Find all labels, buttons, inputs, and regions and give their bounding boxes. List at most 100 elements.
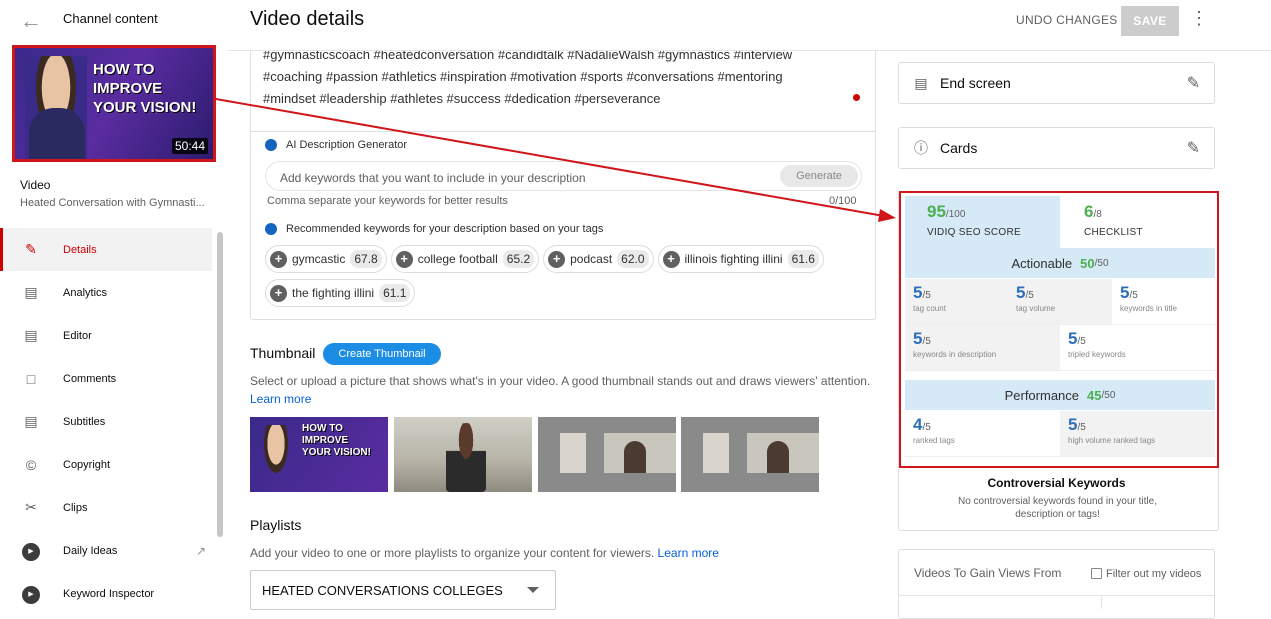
keyword-chip[interactable]: + illinois fighting illini 61.6: [657, 245, 824, 273]
create-thumbnail-button[interactable]: Create Thumbnail: [323, 343, 441, 365]
thumbnail-line: IMPROVE: [302, 435, 349, 446]
sidebar-item-clips[interactable]: ✂ Clips: [0, 486, 212, 529]
metric-denominator: /5: [922, 422, 931, 433]
end-screen-button[interactable]: ▤ End screen ✎: [898, 62, 1215, 104]
metric-label: high volume ranked tags: [1068, 436, 1156, 445]
playlists-learn-more-link[interactable]: Learn more: [658, 546, 719, 560]
video-frame-right: [604, 433, 676, 473]
description-line: #mindset #leadership #athletes #success …: [263, 91, 661, 106]
scissors-icon: ✂: [25, 499, 37, 515]
video-frame-right: [747, 433, 819, 473]
generate-button[interactable]: Generate: [780, 165, 858, 187]
metric-value: 5/5: [1068, 415, 1207, 435]
thumbnail-text: HOW TO IMPROVE YOUR VISION!: [302, 423, 371, 459]
keyword-counter: 0/100: [829, 195, 857, 207]
sidebar-item-label: Daily Ideas: [63, 544, 118, 557]
thumbnail-option[interactable]: HOW TO IMPROVE YOUR VISION!: [250, 417, 388, 492]
more-options-icon[interactable]: ⋮: [1190, 8, 1208, 29]
playlist-selected-value: HEATED CONVERSATIONS COLLEGES: [262, 583, 503, 598]
checklist-value: 6/8: [1084, 202, 1102, 222]
sidebar-item-label: Copyright: [63, 458, 111, 471]
sidebar-item-label: Clips: [63, 501, 88, 514]
playlist-select[interactable]: HEATED CONVERSATIONS COLLEGES: [250, 570, 556, 610]
seo-score-denominator: /100: [945, 209, 966, 220]
sidebar-item-analytics[interactable]: ▤ Analytics: [0, 271, 212, 314]
seo-metric-cell: 4/5 ranked tags: [905, 411, 1060, 457]
keyword-label: the fighting illini: [292, 286, 375, 300]
presenter-face: [256, 425, 296, 492]
metric-value: 5/5: [1016, 283, 1104, 303]
thumbnail-option[interactable]: [538, 417, 676, 492]
keyword-score: 65.2: [502, 250, 535, 268]
add-icon: +: [395, 250, 413, 268]
edit-pencil-icon[interactable]: ✎: [1187, 138, 1200, 158]
metric-denominator: /5: [922, 290, 931, 301]
performance-score: 45: [1087, 387, 1102, 403]
divider: [1101, 595, 1102, 609]
sidebar-item-label: Editor: [63, 329, 92, 342]
metric-label: tripled keywords: [1068, 350, 1126, 359]
checklist-tab[interactable]: 6/8 CHECKLIST: [1060, 196, 1215, 248]
performance-section: Performance 45/50: [905, 380, 1215, 410]
thumbnail-learn-more-link[interactable]: Learn more: [250, 392, 311, 406]
info-icon: ⓘ: [914, 140, 928, 156]
save-button[interactable]: SAVE: [1121, 6, 1179, 36]
analytics-icon: ▤: [24, 284, 38, 300]
sidebar-item-details[interactable]: ✎ Details: [0, 228, 212, 271]
description-field[interactable]: #gymnasticscoach #heatedconversation #ca…: [263, 44, 863, 110]
end-screen-icon: ▤: [914, 74, 928, 91]
cards-button[interactable]: ⓘ Cards ✎: [898, 127, 1215, 169]
filter-checkbox[interactable]: [1091, 568, 1102, 579]
recommended-keywords-text: Recommended keywords for your descriptio…: [286, 223, 604, 235]
actionable-score: 50: [1080, 255, 1095, 271]
seo-metric-cell: 5/5 keywords in description: [905, 325, 1060, 371]
thumbnail-line: YOUR VISION!: [93, 99, 197, 116]
metric-label: tag count: [913, 304, 946, 313]
metric-value: 5/5: [913, 329, 1052, 349]
channel-content-title: Channel content: [63, 11, 158, 26]
seo-metric-cell: 5/5 keywords in title: [1112, 279, 1215, 325]
keyword-chips: + gymcastic 67.8 + college football 65.2…: [265, 245, 865, 307]
metric-value: 5/5: [1068, 329, 1207, 349]
thumbnail-text: HOW TO IMPROVE YOUR VISION!: [93, 60, 196, 117]
sidebar-item-copyright[interactable]: © Copyright: [0, 443, 212, 486]
keyword-score: 61.1: [379, 284, 411, 302]
thumbnail-option[interactable]: [394, 417, 532, 492]
video-thumbnail[interactable]: HOW TO IMPROVE YOUR VISION! 50:44: [12, 45, 216, 162]
keyword-input[interactable]: Add keywords that you want to include in…: [265, 161, 862, 191]
metric-value: 4/5: [913, 415, 1052, 435]
back-arrow-icon[interactable]: ←: [20, 8, 42, 34]
sidebar-item-label: Details: [63, 243, 97, 256]
keyword-chip[interactable]: + the fighting illini 61.1: [265, 279, 416, 307]
sidebar-item-daily-ideas[interactable]: ▶ Daily Ideas ↗: [0, 529, 212, 572]
actionable-grid-row2: 5/5 keywords in description 5/5 tripled …: [905, 325, 1215, 371]
seo-score-tab[interactable]: 95/100 VIDIQ SEO SCORE: [905, 196, 1060, 248]
thumbnail-line: YOUR VISION!: [302, 447, 371, 458]
edit-pencil-icon[interactable]: ✎: [1187, 73, 1200, 93]
metric-label: keywords in description: [913, 350, 997, 359]
description-box: #gymnasticscoach #heatedconversation #ca…: [250, 30, 876, 320]
actionable-grid-row1: 5/5 tag count 5/5 tag volume 5/5 keyword…: [905, 279, 1215, 325]
description-line: #coaching #passion #athletics #inspirati…: [263, 69, 783, 84]
header-divider: [228, 50, 1271, 51]
keyword-chip[interactable]: + gymcastic 67.8: [265, 245, 387, 273]
sidebar-nav: ✎ Details ▤ Analytics ▤ Editor □ Comment…: [0, 228, 212, 615]
metric-value: 5/5: [1120, 283, 1207, 303]
metric-denominator: /5: [1077, 336, 1086, 347]
keyword-chip[interactable]: + podcast 62.0: [543, 245, 654, 273]
keyword-chip[interactable]: + college football 65.2: [390, 245, 540, 273]
add-icon: +: [270, 284, 287, 302]
sidebar-item-subtitles[interactable]: ▤ Subtitles: [0, 400, 212, 443]
subtitles-icon: ▤: [24, 413, 38, 429]
checklist-denominator: /8: [1093, 209, 1102, 220]
seo-score-value: 95/100: [927, 202, 965, 222]
undo-changes-button[interactable]: UNDO CHANGES: [1016, 13, 1118, 27]
thumbnail-option[interactable]: [681, 417, 819, 492]
presenter-body: [29, 108, 85, 159]
sidebar-item-comments[interactable]: □ Comments: [0, 357, 212, 400]
keyword-label: gymcastic: [292, 252, 346, 266]
checklist-label: CHECKLIST: [1084, 227, 1143, 238]
seo-score-number: 95: [927, 202, 946, 221]
sidebar-scrollbar[interactable]: [217, 232, 223, 537]
sidebar-item-editor[interactable]: ▤ Editor: [0, 314, 212, 357]
